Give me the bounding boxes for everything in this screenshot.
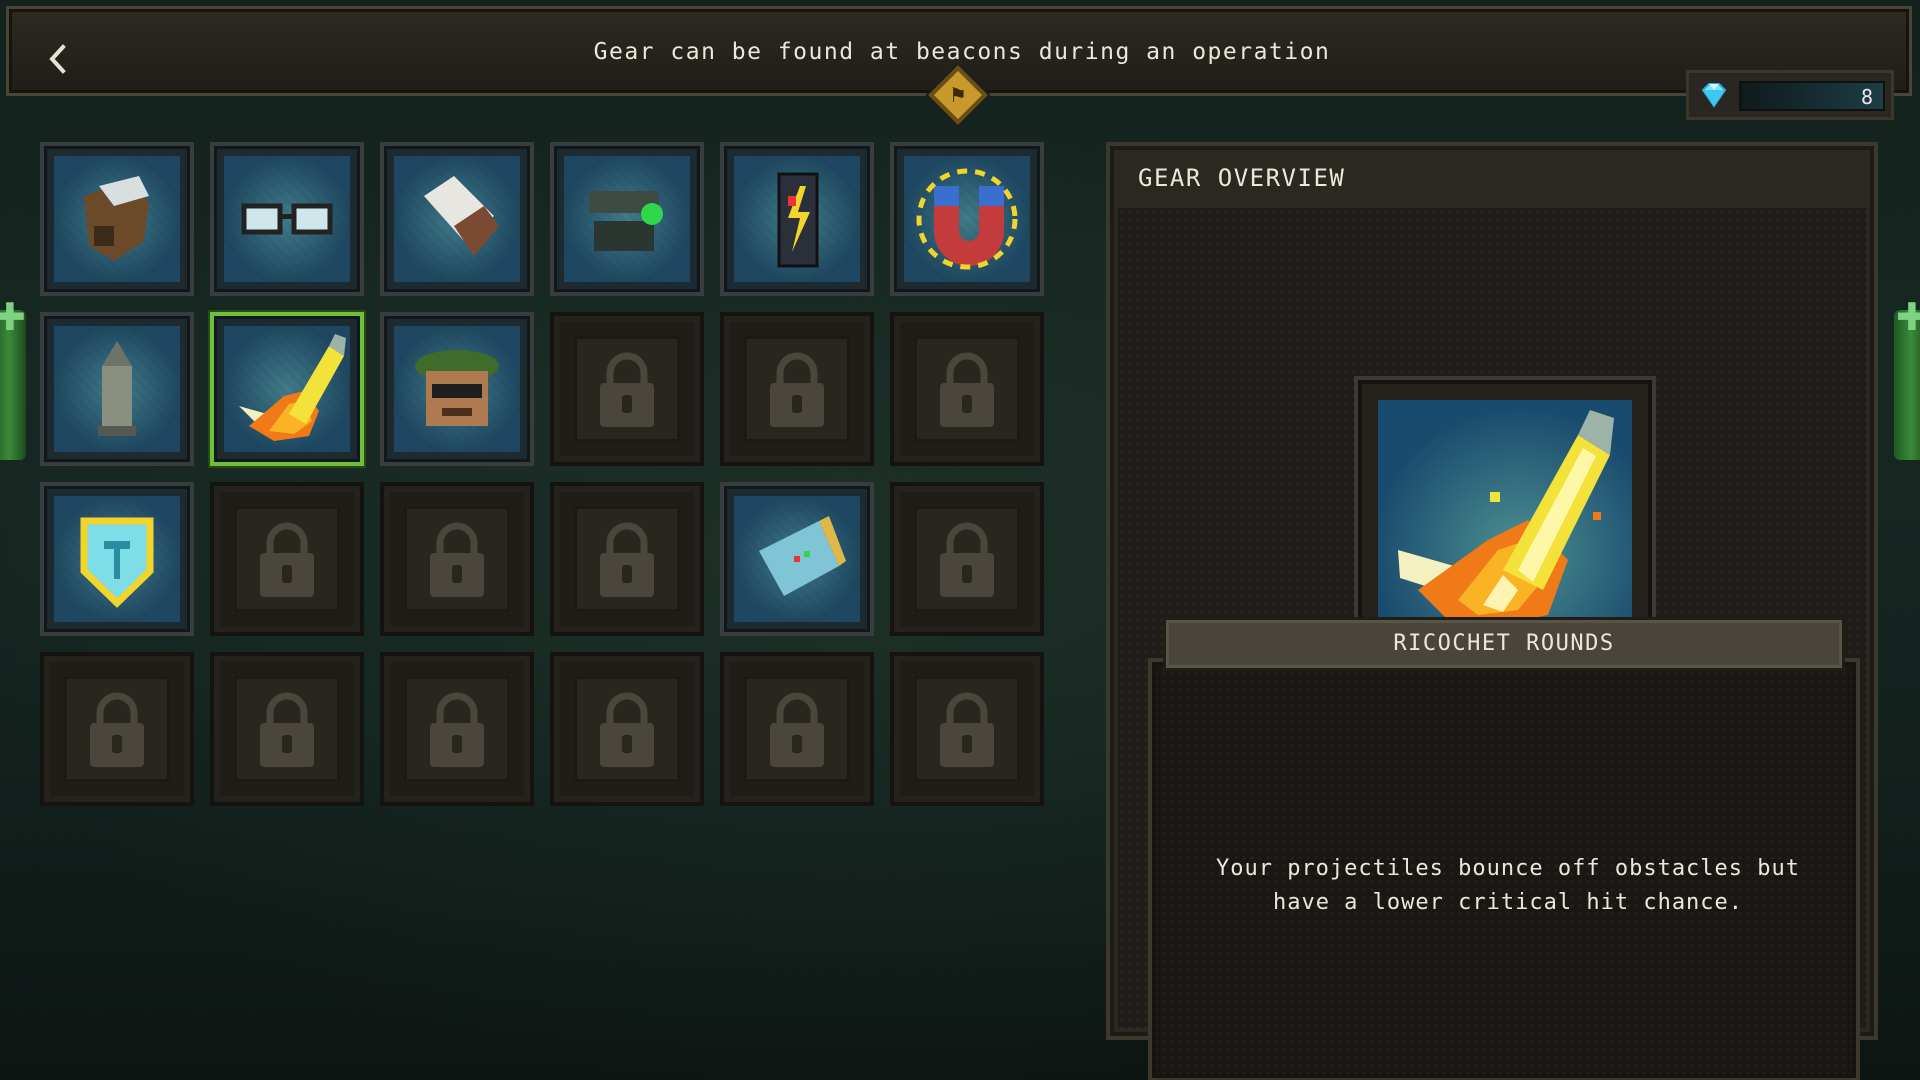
gear-slot[interactable] (40, 482, 194, 636)
gear-slot[interactable] (380, 142, 534, 296)
gear-slot-locked[interactable] (40, 652, 194, 806)
plus-icon: ✚ (1896, 295, 1920, 339)
gear-name-banner: RICOCHET ROUNDS (1166, 620, 1842, 668)
gear-slot[interactable] (720, 482, 874, 636)
lock-icon (600, 522, 654, 597)
gear-slot[interactable] (210, 142, 364, 296)
locked-pad (64, 676, 170, 782)
gauntlet-gear-icon (54, 156, 180, 282)
plus-icon: ✚ (0, 295, 26, 339)
gear-overview-panel: GEAR OVERVIEW Your projectiles bounce of… (1106, 142, 1878, 1080)
locked-pad (914, 676, 1020, 782)
magnet-gear-icon (904, 156, 1030, 282)
locked-pad (914, 506, 1020, 612)
overview-body: Your projectiles bounce off obstacles bu… (1118, 208, 1866, 1080)
lock-icon (600, 352, 654, 427)
gear-slot[interactable] (720, 142, 874, 296)
description-box: Your projectiles bounce off obstacles bu… (1148, 658, 1860, 1080)
locked-pad (744, 676, 850, 782)
left-pillar-decoration: ✚ (0, 298, 26, 460)
lock-icon (260, 522, 314, 597)
gear-slot-locked[interactable] (210, 482, 364, 636)
locked-pad (234, 676, 340, 782)
lock-icon (940, 692, 994, 767)
gear-slot-locked[interactable] (890, 482, 1044, 636)
gear-slot[interactable] (550, 142, 704, 296)
lock-icon (940, 352, 994, 427)
locked-pad (744, 336, 850, 442)
gear-slot[interactable] (40, 312, 194, 466)
locked-pad (574, 336, 680, 442)
gear-slot-locked[interactable] (550, 482, 704, 636)
gear-grid (40, 142, 1052, 812)
gear-slot-locked[interactable] (890, 312, 1044, 466)
lock-icon (600, 692, 654, 767)
energy-drink-gear-icon (734, 156, 860, 282)
shell-gear-icon (54, 326, 180, 452)
lock-icon (770, 352, 824, 427)
lock-icon (260, 692, 314, 767)
gear-slot-locked[interactable] (550, 652, 704, 806)
map-gear-icon (734, 496, 860, 622)
gear-description: Your projectiles bounce off obstacles bu… (1215, 856, 1801, 915)
beret-soldier-gear-icon (394, 326, 520, 452)
gear-slot-locked[interactable] (550, 312, 704, 466)
glasses-gear-icon (224, 156, 350, 282)
hint-text: Gear can be found at beacons during an o… (593, 39, 1331, 65)
gear-slot[interactable] (40, 142, 194, 296)
ricochet-rounds-gear-icon (224, 326, 350, 452)
gear-slot-locked[interactable] (720, 652, 874, 806)
bandage-gear-icon (394, 156, 520, 282)
locked-pad (574, 676, 680, 782)
currency-display: 8 (1686, 70, 1894, 120)
gear-slot[interactable] (380, 312, 534, 466)
gear-slot[interactable] (890, 142, 1044, 296)
currency-bar: 8 (1739, 81, 1885, 111)
locked-pad (574, 506, 680, 612)
locked-pad (914, 336, 1020, 442)
lock-icon (90, 692, 144, 767)
locked-pad (234, 506, 340, 612)
gem-icon (1701, 83, 1727, 108)
right-pillar-decoration: ✚ (1894, 298, 1920, 460)
lock-icon (430, 522, 484, 597)
lock-icon (770, 692, 824, 767)
locked-pad (404, 676, 510, 782)
gear-slot-locked[interactable] (380, 482, 534, 636)
ricochet-rounds-gear-icon (1378, 400, 1632, 654)
overview-title: GEAR OVERVIEW (1138, 164, 1346, 192)
currency-value: 8 (1860, 85, 1873, 109)
gear-slot-locked[interactable] (890, 652, 1044, 806)
gear-slot[interactable] (210, 312, 364, 466)
gear-slot-locked[interactable] (210, 652, 364, 806)
shield-gear-icon (54, 496, 180, 622)
scope-gear-icon (564, 156, 690, 282)
locked-pad (404, 506, 510, 612)
gear-slot-locked[interactable] (720, 312, 874, 466)
lock-icon (940, 522, 994, 597)
gear-slot-locked[interactable] (380, 652, 534, 806)
lock-icon (430, 692, 484, 767)
